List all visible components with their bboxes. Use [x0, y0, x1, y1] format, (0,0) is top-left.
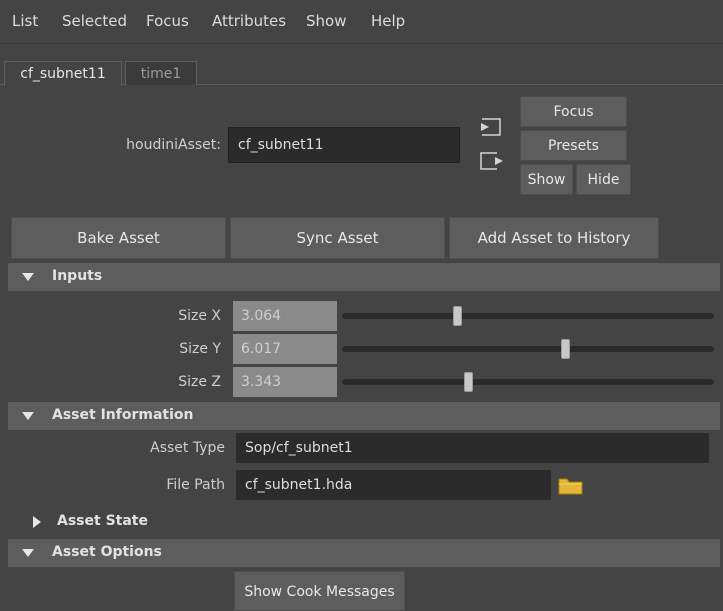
- file-path-label: File Path: [166, 477, 225, 493]
- menu-list[interactable]: List: [12, 12, 38, 30]
- section-title: Asset Information: [52, 407, 194, 423]
- bake-asset-button[interactable]: Bake Asset: [11, 217, 226, 259]
- sync-asset-button[interactable]: Sync Asset: [230, 217, 445, 259]
- size-z-slider-track[interactable]: [342, 379, 714, 385]
- hide-button[interactable]: Hide: [576, 164, 631, 195]
- folder-icon[interactable]: [558, 476, 584, 500]
- size-y-label: Size Y: [179, 341, 221, 357]
- collapse-triangle-icon: [22, 412, 34, 420]
- section-title: Inputs: [52, 268, 103, 284]
- add-asset-to-history-button[interactable]: Add Asset to History: [449, 217, 659, 259]
- tab-cf-subnet11[interactable]: cf_subnet11: [4, 61, 122, 86]
- section-asset-options[interactable]: Asset Options: [8, 539, 720, 567]
- size-y-field[interactable]: 6.017: [233, 334, 337, 364]
- houdini-asset-field[interactable]: cf_subnet11: [228, 127, 460, 163]
- expand-triangle-icon: [33, 516, 41, 528]
- size-z-field[interactable]: 3.343: [233, 367, 337, 397]
- menu-attributes[interactable]: Attributes: [212, 12, 286, 30]
- size-x-field[interactable]: 3.064: [233, 301, 337, 331]
- input-connection-icon[interactable]: [479, 117, 503, 141]
- menu-selected[interactable]: Selected: [62, 12, 127, 30]
- asset-type-field: Sop/cf_subnet1: [236, 433, 709, 463]
- show-cook-messages-button[interactable]: Show Cook Messages: [234, 571, 405, 611]
- menu-help[interactable]: Help: [371, 12, 405, 30]
- size-x-label: Size X: [178, 308, 221, 324]
- size-y-slider-track[interactable]: [342, 346, 714, 352]
- presets-button[interactable]: Presets: [520, 130, 627, 161]
- section-title: Asset State: [57, 513, 148, 529]
- file-path-field[interactable]: cf_subnet1.hda: [236, 470, 551, 500]
- section-asset-state[interactable]: Asset State: [13, 508, 720, 536]
- section-title: Asset Options: [52, 544, 162, 560]
- section-asset-information[interactable]: Asset Information: [8, 402, 720, 430]
- section-inputs[interactable]: Inputs: [8, 263, 720, 291]
- focus-button[interactable]: Focus: [520, 96, 627, 127]
- menu-focus[interactable]: Focus: [146, 12, 189, 30]
- collapse-triangle-icon: [22, 549, 34, 557]
- size-z-slider-thumb[interactable]: [463, 372, 473, 392]
- size-y-slider-thumb[interactable]: [560, 339, 570, 359]
- output-connection-icon[interactable]: [479, 151, 505, 175]
- menu-show[interactable]: Show: [306, 12, 346, 30]
- size-x-slider-track[interactable]: [342, 313, 714, 319]
- show-button[interactable]: Show: [520, 164, 573, 195]
- tab-time1[interactable]: time1: [125, 61, 197, 85]
- collapse-triangle-icon: [22, 273, 34, 281]
- houdini-asset-label: houdiniAsset:: [126, 137, 221, 153]
- asset-type-label: Asset Type: [150, 440, 225, 456]
- size-z-label: Size Z: [178, 374, 221, 390]
- size-x-slider-thumb[interactable]: [452, 306, 462, 326]
